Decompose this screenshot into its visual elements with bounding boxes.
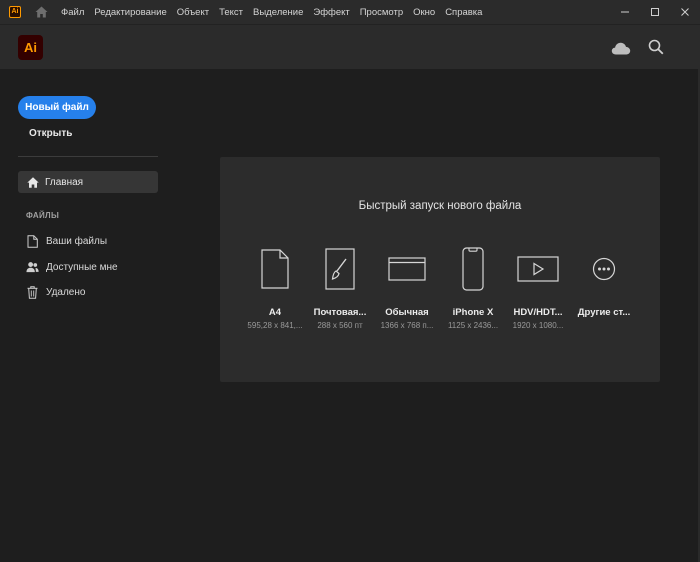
preset-name: Почтовая... (313, 307, 367, 318)
preset-name: iPhone X (452, 307, 494, 318)
preset-more[interactable]: Другие ст... (573, 245, 635, 335)
app-header: Ai (0, 24, 700, 69)
app-icon[interactable]: Ai (9, 6, 21, 18)
brush-card-icon (309, 245, 371, 293)
cloud-icon[interactable] (610, 37, 632, 59)
menu-window[interactable]: Окно (413, 7, 435, 18)
phone-icon (442, 245, 504, 293)
menu-edit[interactable]: Редактирование (94, 7, 166, 18)
menu-effect[interactable]: Эффект (313, 7, 349, 18)
trash-icon (26, 285, 39, 299)
search-icon[interactable] (645, 36, 667, 58)
open-button[interactable]: Открыть (29, 128, 72, 139)
preset-dimensions: 288 x 560 пт (317, 321, 363, 330)
preset-name: A4 (268, 307, 282, 318)
preset-postcard[interactable]: Почтовая... 288 x 560 пт (309, 245, 371, 335)
shared-users-icon (26, 260, 39, 274)
minimize-button[interactable] (610, 0, 640, 24)
preset-iphone-x[interactable]: iPhone X 1125 x 2436... (442, 245, 504, 335)
menu-text[interactable]: Текст (219, 7, 243, 18)
quick-start-panel: Быстрый запуск нового файла A4 595,28 x … (220, 157, 660, 382)
home-icon[interactable] (33, 4, 49, 20)
menu-bar: Ai Файл Редактирование Объект Текст Выде… (0, 0, 700, 24)
quick-start-title: Быстрый запуск нового файла (358, 200, 522, 212)
page-icon (244, 245, 306, 293)
preset-dimensions: 1920 x 1080... (512, 321, 564, 330)
browser-window-icon (376, 245, 438, 293)
sidebar-item-label: Ваши файлы (46, 235, 108, 247)
illustrator-logo: Ai (18, 35, 43, 60)
preset-dimensions: 1125 x 2436... (447, 321, 499, 330)
preset-name: Обычная (385, 307, 429, 318)
preset-hdv[interactable]: HDV/HDT... 1920 x 1080... (507, 245, 569, 335)
home-icon (27, 176, 39, 188)
menu-select[interactable]: Выделение (253, 7, 303, 18)
window-controls (610, 0, 700, 24)
preset-name: Другие ст... (577, 307, 631, 318)
document-icon (26, 234, 39, 248)
sidebar-item-your-files[interactable]: Ваши файлы (26, 233, 107, 249)
sidebar-item-label: Удалено (46, 286, 86, 298)
close-button[interactable] (670, 0, 700, 24)
menu-object[interactable]: Объект (177, 7, 209, 18)
sidebar-item-label: Доступные мне (46, 261, 118, 273)
sidebar-item-deleted[interactable]: Удалено (26, 284, 85, 300)
preset-name: HDV/HDT... (513, 307, 563, 318)
sidebar-item-label: Главная (45, 176, 84, 188)
preset-web[interactable]: Обычная 1366 x 768 п... (376, 245, 438, 335)
preset-dimensions: 1366 x 768 п... (380, 321, 434, 330)
sidebar-item-shared[interactable]: Доступные мне (26, 259, 118, 275)
preset-a4[interactable]: A4 595,28 x 841,... (244, 245, 306, 335)
menu-view[interactable]: Просмотр (360, 7, 403, 18)
main-menu: Файл Редактирование Объект Текст Выделен… (61, 7, 492, 18)
more-icon (573, 245, 635, 293)
menu-help[interactable]: Справка (445, 7, 482, 18)
sidebar-item-home[interactable]: Главная (18, 171, 158, 193)
maximize-button[interactable] (640, 0, 670, 24)
new-file-button[interactable]: Новый файл (18, 96, 96, 119)
sidebar-divider (18, 156, 158, 157)
preset-dimensions: 595,28 x 841,... (247, 321, 303, 330)
menu-file[interactable]: Файл (61, 7, 84, 18)
files-section-title: ФАЙЛЫ (26, 211, 60, 220)
video-icon (507, 245, 569, 293)
sidebar: Новый файл Открыть Главная ФАЙЛЫ Ваши фа… (0, 69, 170, 562)
